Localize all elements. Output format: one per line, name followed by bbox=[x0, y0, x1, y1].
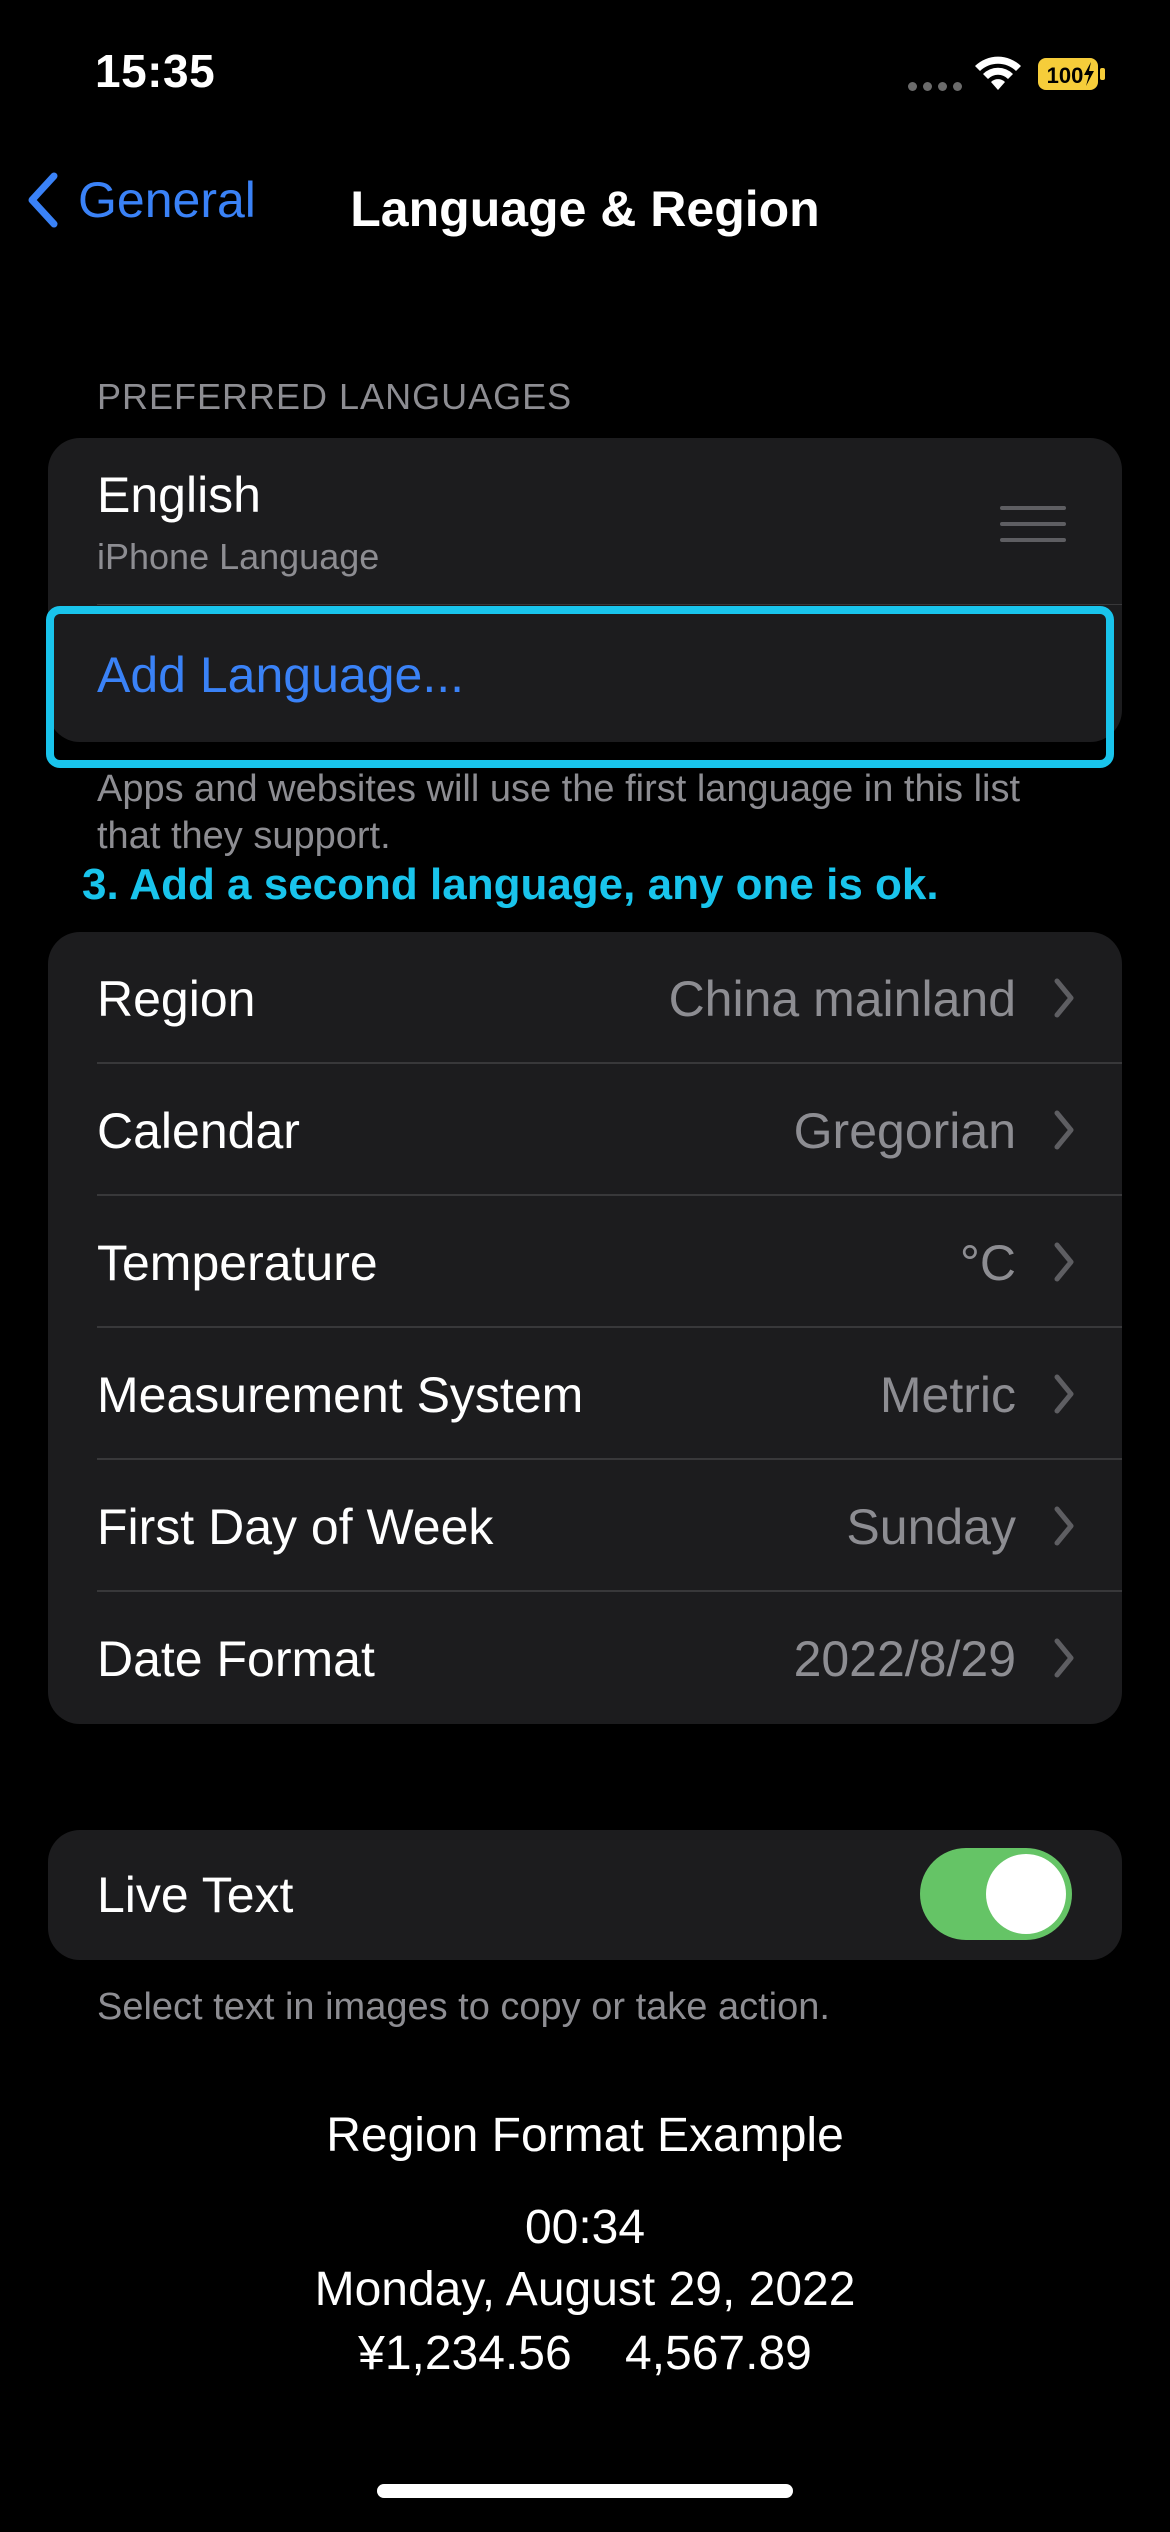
battery-icon: 100 bbox=[1038, 58, 1105, 90]
setting-row[interactable]: Measurement System Metric bbox=[48, 1328, 1122, 1460]
chevron-right-icon bbox=[1054, 1242, 1074, 1282]
languages-footer-note: Apps and websites will use the first lan… bbox=[97, 768, 1021, 857]
setting-label: Date Format bbox=[97, 1631, 375, 1687]
setting-label: Region bbox=[97, 971, 256, 1027]
wifi-icon bbox=[975, 56, 1021, 90]
setting-value: China mainland bbox=[668, 971, 1016, 1027]
home-indicator[interactable] bbox=[377, 2484, 793, 2498]
reorder-handle-icon[interactable] bbox=[1000, 506, 1066, 554]
region-example-title: Region Format Example bbox=[326, 2109, 844, 2162]
chevron-right-icon bbox=[1054, 978, 1074, 1018]
live-text-note: Select text in images to copy or take ac… bbox=[97, 1986, 830, 2028]
chevron-right-icon bbox=[1054, 1110, 1074, 1150]
live-text-toggle[interactable] bbox=[920, 1848, 1072, 1940]
setting-value: Metric bbox=[879, 1367, 1016, 1423]
setting-label: Temperature bbox=[97, 1235, 378, 1291]
setting-row[interactable]: Region China mainland bbox=[48, 932, 1122, 1064]
status-time: 15:35 bbox=[95, 45, 216, 97]
setting-row[interactable]: Calendar Gregorian bbox=[48, 1064, 1122, 1196]
setting-row[interactable]: First Day of Week Sunday bbox=[48, 1460, 1122, 1592]
page-title: Language & Region bbox=[350, 181, 820, 237]
language-subtitle: iPhone Language bbox=[97, 536, 380, 577]
preferred-languages-header: PREFERRED LANGUAGES bbox=[97, 376, 573, 417]
language-name: English bbox=[97, 467, 261, 523]
cellular-signal-icon bbox=[908, 82, 962, 91]
toggle-knob bbox=[986, 1854, 1066, 1934]
live-text-label: Live Text bbox=[97, 1867, 294, 1923]
divider bbox=[97, 604, 1122, 605]
setting-label: Calendar bbox=[97, 1103, 300, 1159]
region-example-date: Monday, August 29, 2022 bbox=[314, 2263, 856, 2316]
setting-value: Gregorian bbox=[793, 1103, 1016, 1159]
chevron-right-icon bbox=[1054, 1374, 1074, 1414]
instruction-text: 3. Add a second language, any one is ok. bbox=[82, 860, 939, 909]
setting-label: First Day of Week bbox=[97, 1499, 494, 1555]
setting-label: Measurement System bbox=[97, 1367, 584, 1423]
region-example-time: 00:34 bbox=[524, 2201, 646, 2254]
region-example-numbers: ¥1,234.56 4,567.89 bbox=[358, 2327, 812, 2380]
setting-value: Sunday bbox=[846, 1499, 1016, 1555]
setting-value: °C bbox=[959, 1235, 1016, 1291]
setting-value: 2022/8/29 bbox=[793, 1631, 1016, 1687]
highlight-box bbox=[46, 606, 1114, 768]
setting-row[interactable]: Date Format 2022/8/29 bbox=[48, 1592, 1122, 1724]
chevron-right-icon bbox=[1054, 1506, 1074, 1546]
chevron-right-icon bbox=[1054, 1638, 1074, 1678]
setting-row[interactable]: Temperature °C bbox=[48, 1196, 1122, 1328]
battery-level: 100 bbox=[1047, 63, 1084, 88]
